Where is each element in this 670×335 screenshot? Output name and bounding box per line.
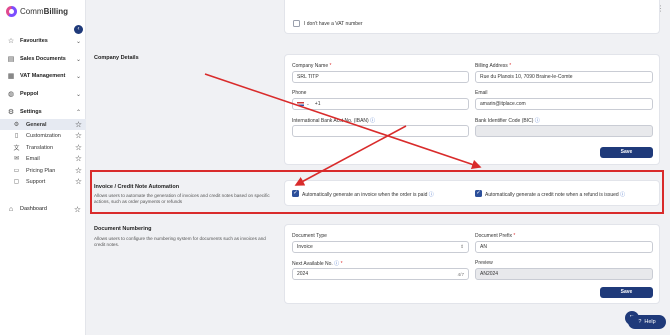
company-details-card: Company Name * SRL TITP Billing Address … [284,54,660,165]
numbering-card: Document Type Invoice ⇕ Document Prefix … [284,224,660,304]
numbering-description: Allows users to configure the numbering … [94,236,266,248]
nav-sales-documents[interactable]: ▤ Sales Documents ⌄ [0,52,86,66]
nav-vat-management[interactable]: ▦ VAT Management ⌄ [0,69,86,83]
chevron-down-icon: ⌄ [75,91,81,98]
favourite-star-icon[interactable]: ☆ [75,166,82,175]
sidebar-item-general[interactable]: ⚙ General ☆ [0,119,86,130]
document-prefix-label: Document Prefix * [475,233,516,239]
document-prefix-input[interactable]: AN [475,241,653,253]
email-icon: ✉ [13,156,20,162]
iban-input[interactable] [292,125,469,137]
sidebar-item-translation[interactable]: 文 Translation ☆ [0,142,86,153]
favourite-star-icon[interactable]: ☆ [75,154,82,163]
support-icon: ▢ [13,179,20,185]
no-vat-label: I don't have a VAT number [304,21,363,27]
star-icon: ☆ [7,38,15,45]
company-name-label: Company Name * [292,63,332,69]
bic-label: Bank Identifier Code (BIC) ⓘ [475,118,540,124]
sidebar-item-pricing-plan[interactable]: ▭ Pricing Plan ☆ [0,165,86,176]
nav-dashboard[interactable]: ⌂ Dashboard ☆ [0,202,86,216]
sidebar: CommBilling ‹ ☆ Favourites ⌄ ▤ Sales Doc… [0,0,86,335]
company-name-input[interactable]: SRL TITP [292,71,469,83]
sidebar-item-support[interactable]: ▢ Support ☆ [0,176,86,187]
favourite-star-icon[interactable]: ☆ [75,177,82,186]
sidebar-item-customization[interactable]: ▯ Customization ☆ [0,130,86,141]
chevron-down-icon: ⌄ [75,38,81,45]
vat-card: I don't have a VAT number [284,0,660,34]
document-type-select[interactable]: Invoice ⇕ [292,241,469,253]
nav-settings[interactable]: ⚙ Settings ⌃ [0,105,86,119]
annotation-highlight-box [90,170,664,214]
collapse-sidebar-button[interactable]: ‹ [74,25,83,34]
billing-address-input[interactable]: Rue du Planois 10, 7090 Braine-le-Comte [475,71,653,83]
save-numbering-button[interactable]: Save [600,287,653,298]
no-vat-checkbox[interactable] [293,20,300,27]
home-icon: ⌂ [8,205,14,213]
chevron-up-icon: ⌃ [75,109,81,116]
us-flag-icon [297,101,304,107]
gear-icon: ⚙ [7,109,15,116]
email-input[interactable]: amarin@itplace.com [475,98,653,110]
billing-address-label: Billing Address * [475,63,512,69]
document-type-label: Document Type [292,233,327,239]
bic-input [475,125,653,137]
gear-icon: ⚙ [13,122,20,128]
select-arrows-icon: ⇕ [460,244,464,249]
phone-input[interactable]: ⌄ +1 [292,98,469,110]
document-icon: ▤ [7,56,15,63]
email-label: Email [475,90,488,96]
nav-peppol[interactable]: ◍ Peppol ⌄ [0,87,86,101]
favourite-star-icon[interactable]: ☆ [75,131,82,140]
info-icon: ⓘ [534,118,540,124]
char-counter: 4/7 [457,271,464,277]
preview-label: Preview [475,260,493,266]
preview-field: AN2024 [475,268,653,280]
globe-icon: ◍ [7,91,15,98]
vat-icon: ▦ [7,73,15,80]
help-icon: ? [638,319,642,325]
favourite-star-icon[interactable]: ☆ [75,143,82,152]
save-company-button[interactable]: Save [600,147,653,158]
translate-icon: 文 [13,146,20,152]
next-number-input[interactable]: 2024 4/7 [292,268,469,280]
info-icon: ⓘ [334,261,340,267]
country-flag-selector[interactable]: ⌄ [297,101,310,107]
brand-logo[interactable]: CommBilling [6,4,68,18]
iban-label: International Bank Acct No. (IBAN) ⓘ [292,118,376,124]
sidebar-item-email[interactable]: ✉ Email ☆ [0,153,86,164]
next-number-label: Next Available No. ⓘ * [292,261,343,267]
info-icon: ⓘ [370,118,376,124]
help-button[interactable]: ? Help [628,315,666,329]
favourite-star-icon[interactable]: ☆ [74,205,81,214]
favourite-star-icon[interactable]: ☆ [75,120,82,129]
logo-icon [6,5,17,17]
phone-label: Phone [292,90,307,96]
chevron-down-icon: ⌄ [75,56,81,63]
nav-favourites[interactable]: ☆ Favourites ⌄ [0,34,86,48]
chevron-down-icon: ⌄ [75,73,81,80]
pricing-icon: ▭ [13,168,20,174]
company-details-title: Company Details [94,55,139,61]
page-icon: ▯ [14,133,19,139]
numbering-title: Document Numbering [94,226,152,232]
